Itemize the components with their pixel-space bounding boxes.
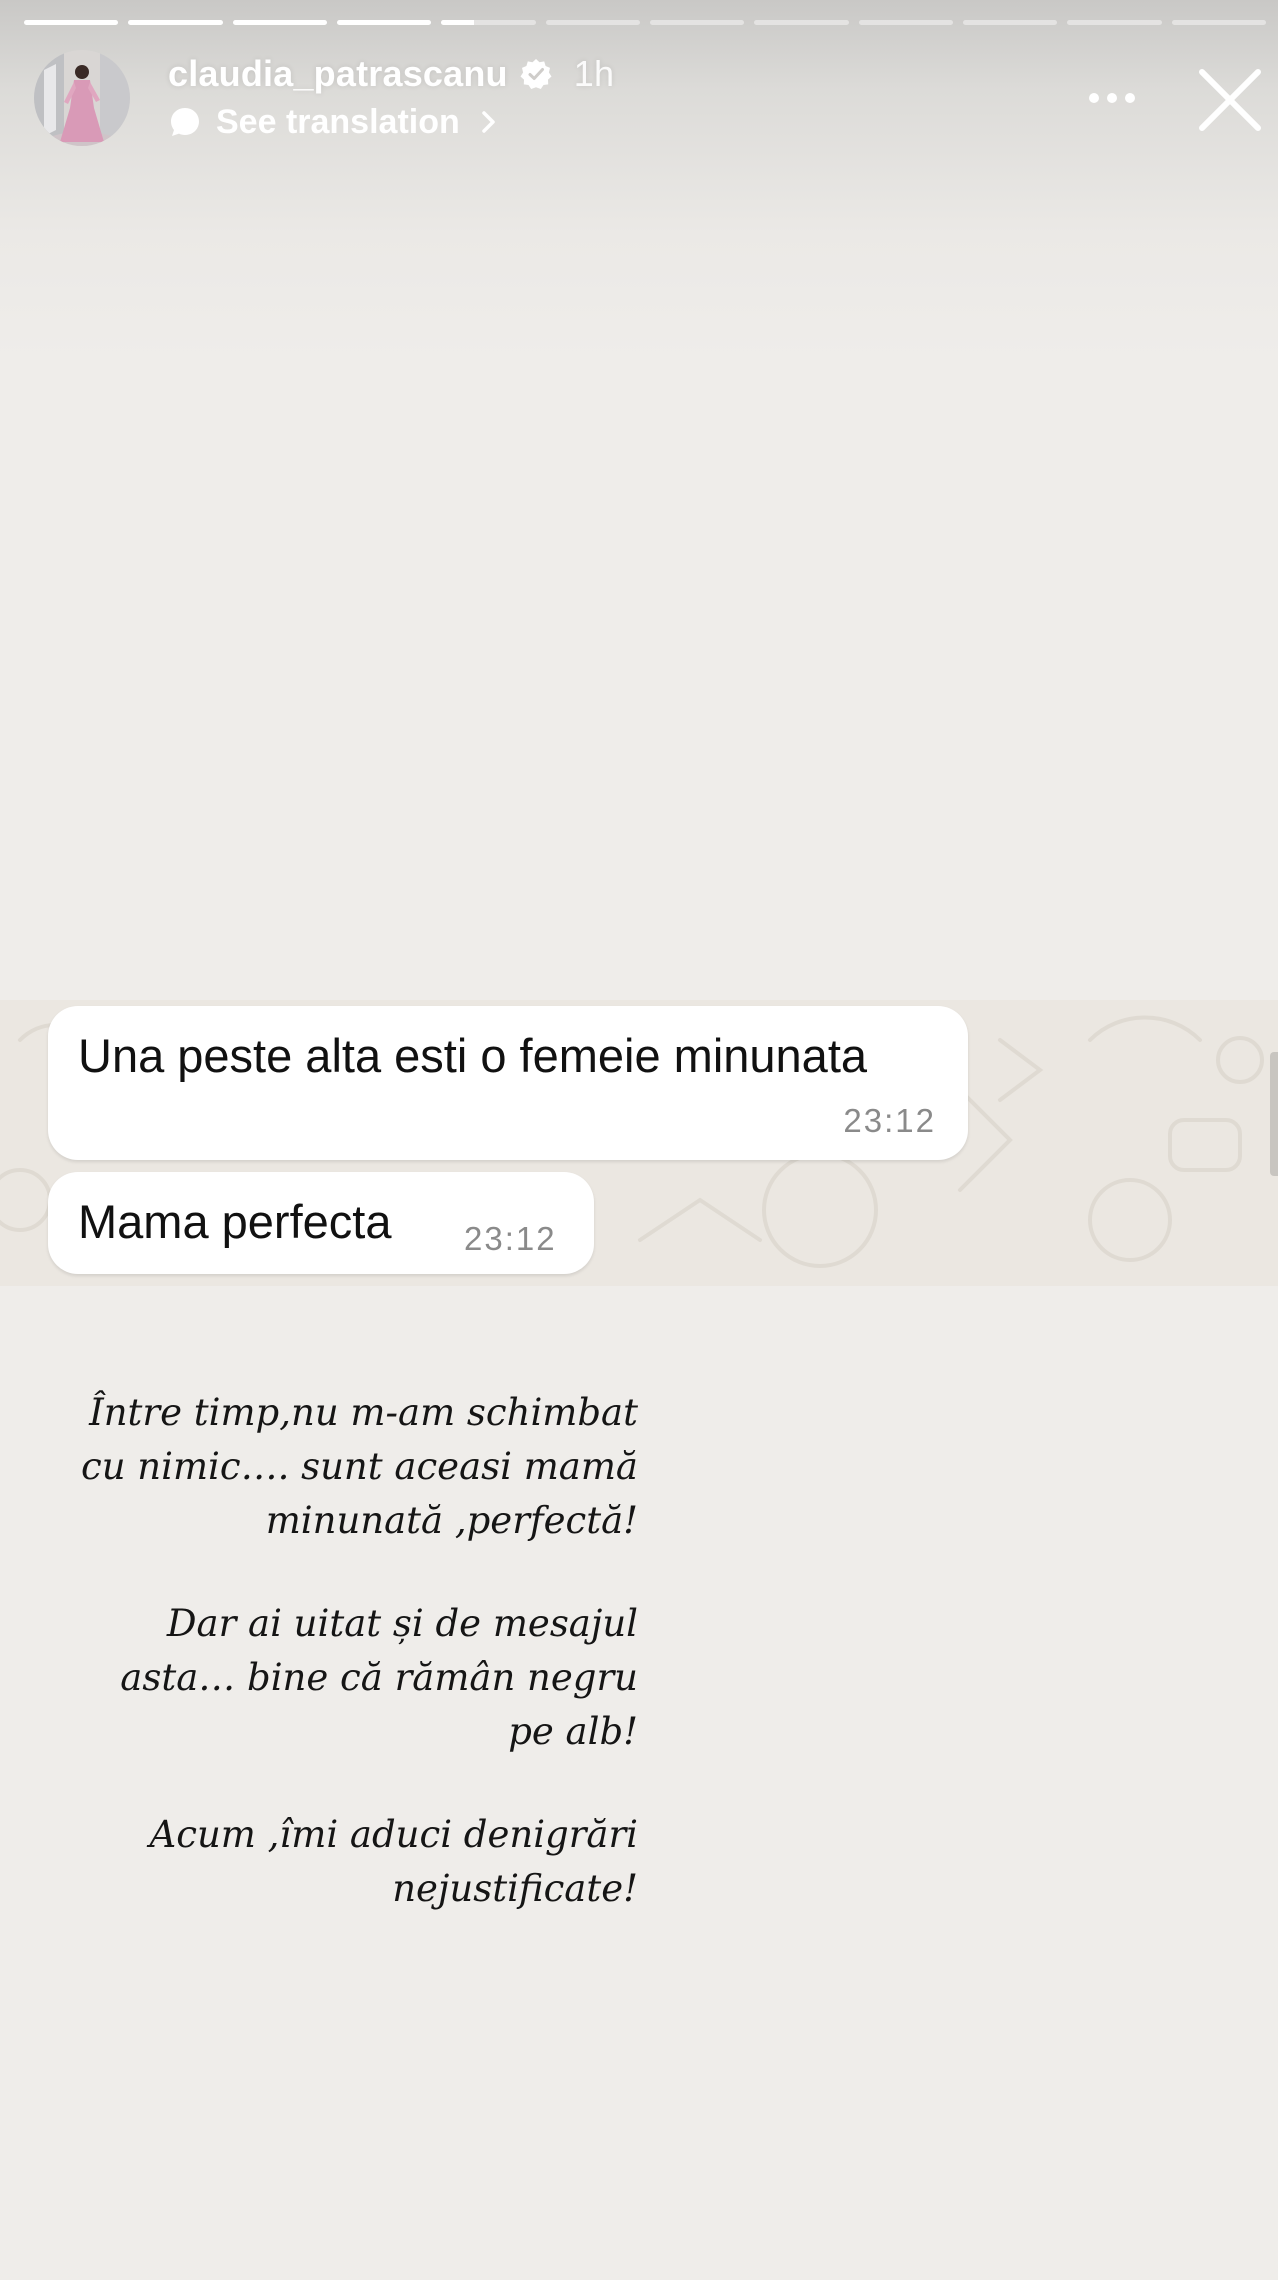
see-translation-label: See translation [216, 102, 460, 141]
story-progress-segment [1067, 20, 1162, 25]
more-horizontal-icon [1089, 93, 1135, 103]
close-icon [1199, 69, 1261, 131]
story-progress-segment [754, 20, 849, 25]
chat-scrollbar [1270, 1052, 1278, 1176]
verified-badge-icon [520, 59, 552, 89]
message-time: 23:12 [843, 1102, 936, 1139]
speech-bubble-icon [171, 108, 199, 136]
caption-line: asta… bine că rămân negru [120, 1656, 638, 1699]
avatar[interactable] [34, 50, 130, 146]
see-translation-button[interactable]: See translation [168, 100, 500, 144]
story-progress-segment [649, 20, 745, 25]
story-progress-bar [24, 20, 1266, 26]
story-progress-segment [232, 20, 327, 25]
chevron-right-icon [482, 111, 495, 133]
chat-message: Una peste alta esti o femeie minunata 23… [48, 1006, 968, 1160]
caption-line: Între timp,nu m-am schimbat [89, 1391, 638, 1434]
username[interactable]: claudia_patrascanu [168, 53, 508, 95]
story-progress-segment [1171, 20, 1266, 25]
story-progress-segment [545, 20, 640, 25]
post-time: 1h [573, 53, 615, 94]
message-text: Una peste alta esti o femeie minunata [78, 1029, 868, 1082]
caption-paragraph: Dar ai uitat și de mesajul asta… bine că… [80, 1597, 638, 1759]
story-progress-fill [128, 20, 223, 25]
story-progress-segment [858, 20, 953, 25]
story-progress-fill [232, 20, 327, 25]
story-progress-segment [24, 20, 119, 25]
story-progress-fill [336, 20, 432, 25]
story-progress-segment [962, 20, 1058, 25]
caption-line: Acum ,îmi aduci denigrări [149, 1813, 638, 1856]
caption-line: Dar ai uitat și de mesajul [166, 1602, 638, 1645]
story-progress-segment [128, 20, 223, 25]
caption-line: minunată ,perfectă! [265, 1499, 638, 1542]
story-progress-segment [441, 20, 536, 25]
caption-line: pe alb! [508, 1710, 638, 1753]
chat-message: Mama perfecta 23:12 [48, 1172, 594, 1274]
message-time: 23:12 [464, 1220, 557, 1257]
caption-line: cu nimic…. sunt aceasi mamă [80, 1445, 638, 1488]
username-row[interactable]: claudia_patrascanu 1h [168, 52, 614, 96]
story-progress-fill [24, 20, 119, 25]
story-progress-fill [441, 20, 475, 25]
caption-line: nejustificate! [392, 1867, 638, 1910]
caption-paragraph: Acum ,îmi aduci denigrări nejustificate! [80, 1808, 638, 1916]
more-options-button[interactable] [1082, 72, 1142, 124]
caption-paragraph: Între timp,nu m-am schimbat cu nimic…. s… [80, 1386, 638, 1548]
message-text: Mama perfecta [78, 1195, 392, 1248]
close-button[interactable] [1196, 66, 1264, 134]
story-progress-segment [336, 20, 432, 25]
